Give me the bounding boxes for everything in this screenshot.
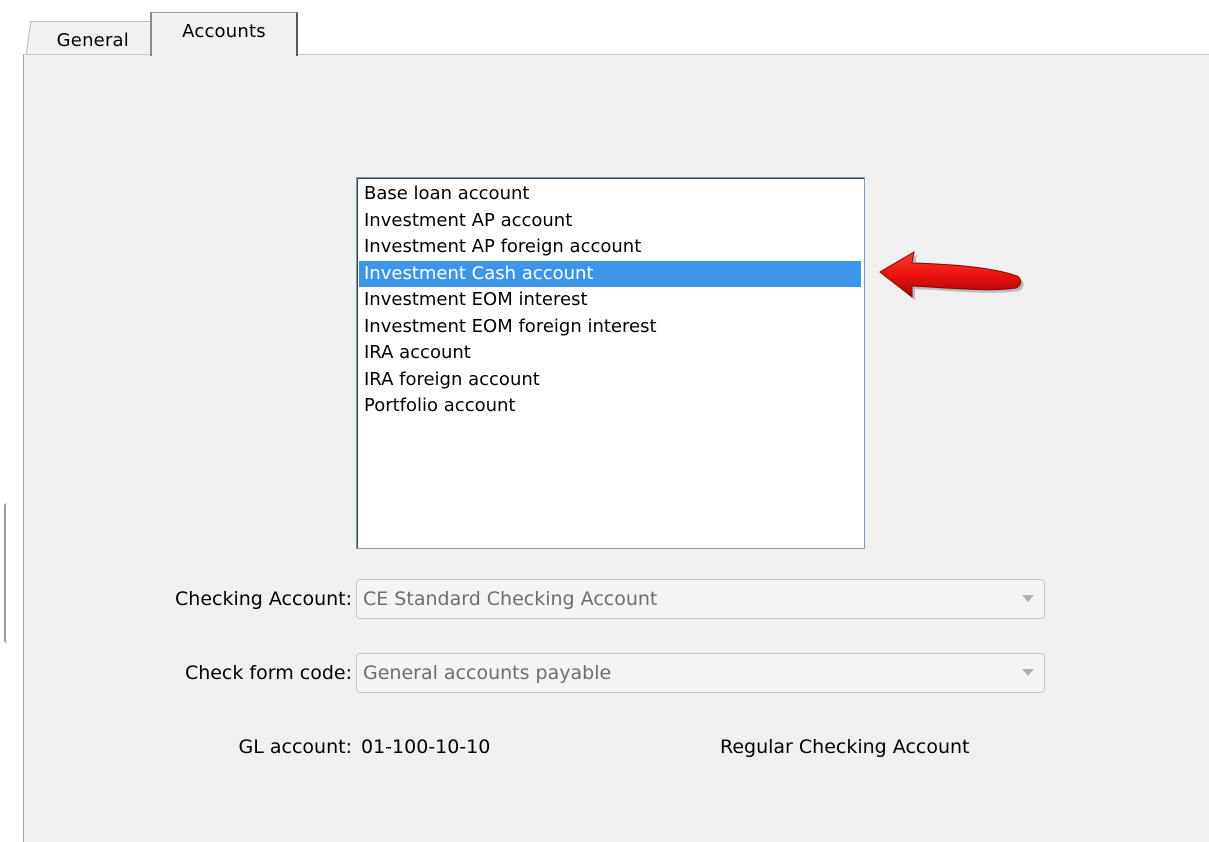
check-form-code-combobox[interactable]: General accounts payable (356, 653, 1045, 693)
check-form-code-label: Check form code: (184, 662, 352, 684)
red-arrow-left-icon (879, 251, 1024, 300)
checking-account-value: CE Standard Checking Account (363, 588, 658, 610)
check-form-code-value: General accounts payable (363, 662, 612, 684)
gl-account-description: Regular Checking Account (720, 736, 970, 758)
gl-account-value: 01-100-10-10 (361, 736, 491, 758)
list-item[interactable]: Base loan account (359, 181, 861, 208)
list-item-selected[interactable]: Investment Cash account (359, 260, 861, 287)
list-item[interactable]: Investment AP foreign account (359, 234, 861, 261)
chevron-down-icon[interactable] (1022, 595, 1034, 602)
list-item[interactable]: Investment EOM interest (359, 287, 861, 314)
chevron-down-icon[interactable] (1022, 669, 1034, 676)
tab-accounts-label: Accounts (182, 21, 266, 42)
tab-general[interactable]: General (25, 21, 161, 55)
window-edge-divider (4, 503, 11, 643)
list-item[interactable]: IRA account (359, 340, 861, 367)
list-item[interactable]: IRA foreign account (359, 367, 861, 394)
tab-general-label: General (56, 30, 130, 51)
tab-accounts[interactable]: Accounts (150, 12, 298, 56)
account-type-listbox[interactable]: Base loan account Investment AP account … (356, 177, 865, 549)
checking-account-label: Checking Account: (175, 588, 352, 610)
checking-account-combobox[interactable]: CE Standard Checking Account (356, 579, 1045, 619)
list-item[interactable]: Portfolio account (359, 393, 861, 420)
list-item[interactable]: Investment EOM foreign interest (359, 314, 861, 341)
list-item[interactable]: Investment AP account (359, 208, 861, 235)
gl-account-label: GL account: (238, 736, 352, 758)
